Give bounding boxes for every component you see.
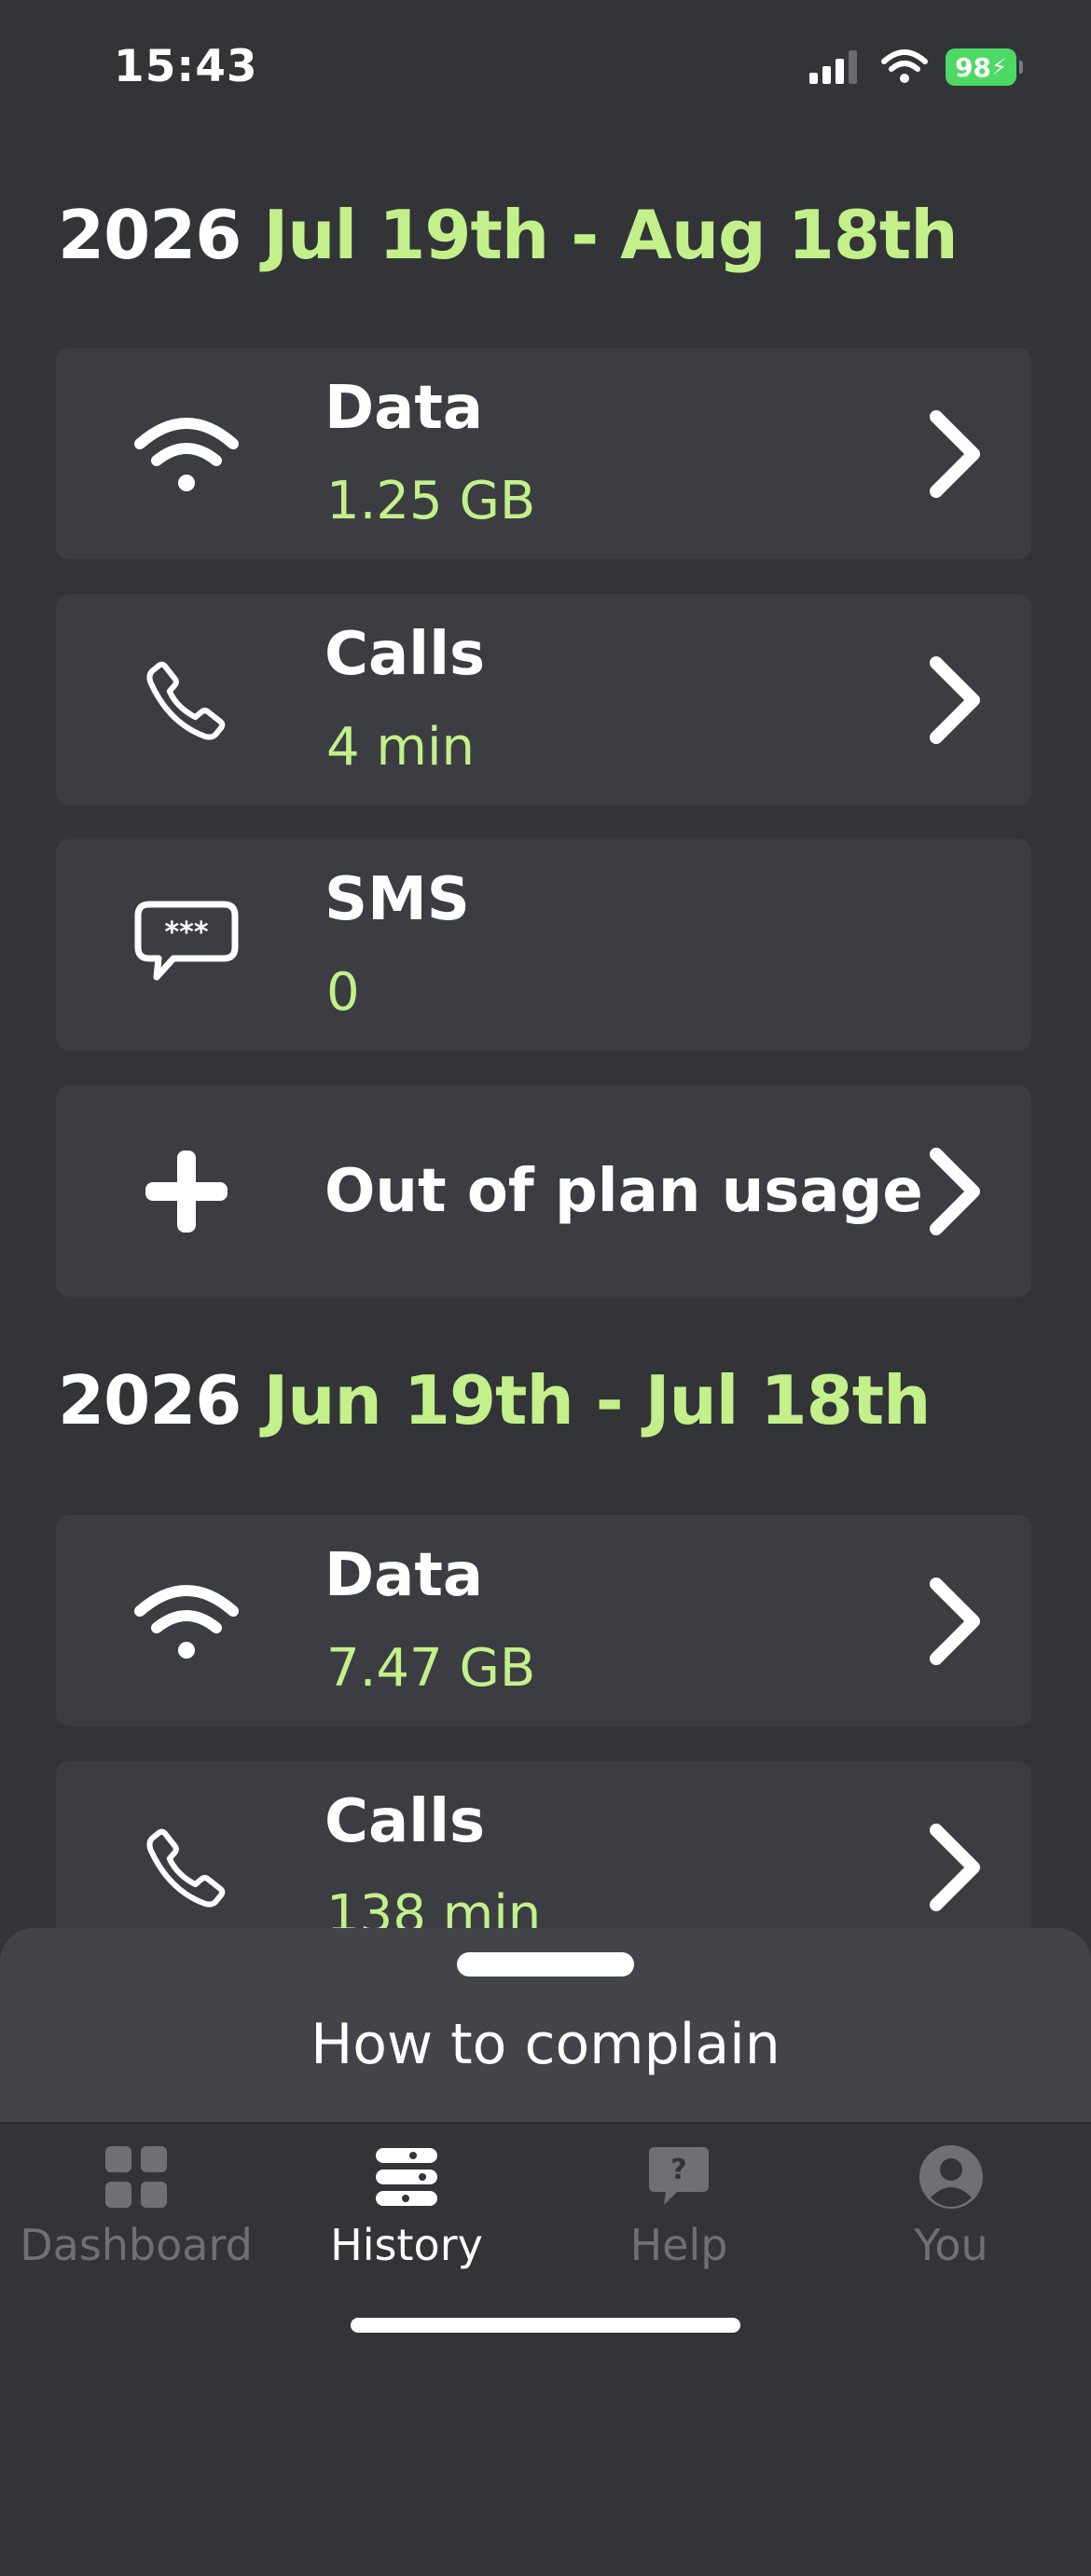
battery-level: 98 — [955, 51, 992, 83]
wifi-icon — [131, 1565, 242, 1677]
cellular-signal-icon — [809, 50, 857, 84]
tab-history[interactable]: History — [270, 2140, 543, 2270]
tab-label: Dashboard — [20, 2220, 253, 2270]
card-title: Calls — [325, 1787, 486, 1856]
profile-icon — [914, 2140, 988, 2214]
history-list-icon — [369, 2140, 444, 2214]
card-title: Calls — [325, 620, 486, 689]
period-range: Jul 19th - Aug 18th — [263, 196, 958, 274]
chevron-right-icon — [930, 409, 980, 498]
period-heading: 2026 Jul 19th - Aug 18th — [58, 196, 959, 274]
card-title: Data — [325, 374, 484, 443]
chevron-right-icon — [930, 1147, 980, 1235]
chevron-right-icon — [930, 655, 980, 744]
chevron-right-icon — [930, 1823, 980, 1911]
how-to-complain-link[interactable]: How to complain — [0, 2012, 1091, 2077]
card-value: 0 — [326, 962, 360, 1023]
tab-label: You — [914, 2220, 988, 2270]
wifi-status-icon — [881, 49, 928, 83]
usage-card-out-of-plan[interactable]: Out of plan usage — [56, 1085, 1031, 1297]
phone-icon — [131, 644, 242, 756]
status-icons: 98 ⚡ — [808, 48, 1023, 86]
tab-dashboard[interactable]: Dashboard — [0, 2140, 272, 2270]
card-value: 1.25 GB — [326, 471, 536, 531]
status-bar: 15:43 98 ⚡ — [0, 0, 1091, 140]
svg-text:?: ? — [670, 2154, 686, 2186]
tab-help[interactable]: ? Help — [543, 2140, 815, 2270]
usage-card-data[interactable]: Data 7.47 GB — [56, 1515, 1031, 1727]
complain-bottom-sheet[interactable]: How to complain — [0, 1928, 1091, 2122]
tab-bar: Dashboard History ? Help You — [0, 2122, 1091, 2576]
home-indicator — [351, 2318, 740, 2333]
wifi-icon — [131, 398, 242, 510]
card-title: Data — [325, 1541, 484, 1610]
battery-indicator: 98 ⚡ — [946, 48, 1023, 86]
period-year: 2026 — [58, 196, 242, 274]
sheet-drag-handle[interactable] — [457, 1952, 634, 1977]
status-time: 15:43 — [114, 41, 258, 92]
message-bubble-icon: *** — [131, 889, 242, 1001]
chevron-right-icon — [930, 1577, 980, 1665]
phone-icon — [131, 1811, 242, 1923]
card-value: 7.47 GB — [326, 1638, 536, 1699]
card-value: 4 min — [326, 717, 476, 778]
usage-card-calls[interactable]: Calls 4 min — [56, 594, 1031, 806]
card-title: SMS — [325, 865, 470, 934]
tab-label: History — [330, 2220, 483, 2270]
usage-card-data[interactable]: Data 1.25 GB — [56, 348, 1031, 559]
tab-label: Help — [629, 2220, 728, 2270]
usage-card-sms: *** SMS 0 — [56, 839, 1031, 1051]
card-title: Out of plan usage — [325, 1156, 923, 1226]
period-year: 2026 — [58, 1361, 242, 1440]
grid-icon — [99, 2140, 173, 2214]
help-bubble-icon: ? — [642, 2140, 716, 2214]
charging-bolt-icon: ⚡ — [991, 54, 1007, 80]
plus-icon — [131, 1136, 242, 1247]
svg-text:***: *** — [164, 916, 208, 949]
period-heading: 2026 Jun 19th - Jul 18th — [58, 1361, 931, 1440]
period-range: Jun 19th - Jul 18th — [263, 1361, 931, 1440]
tab-you[interactable]: You — [815, 2140, 1087, 2270]
